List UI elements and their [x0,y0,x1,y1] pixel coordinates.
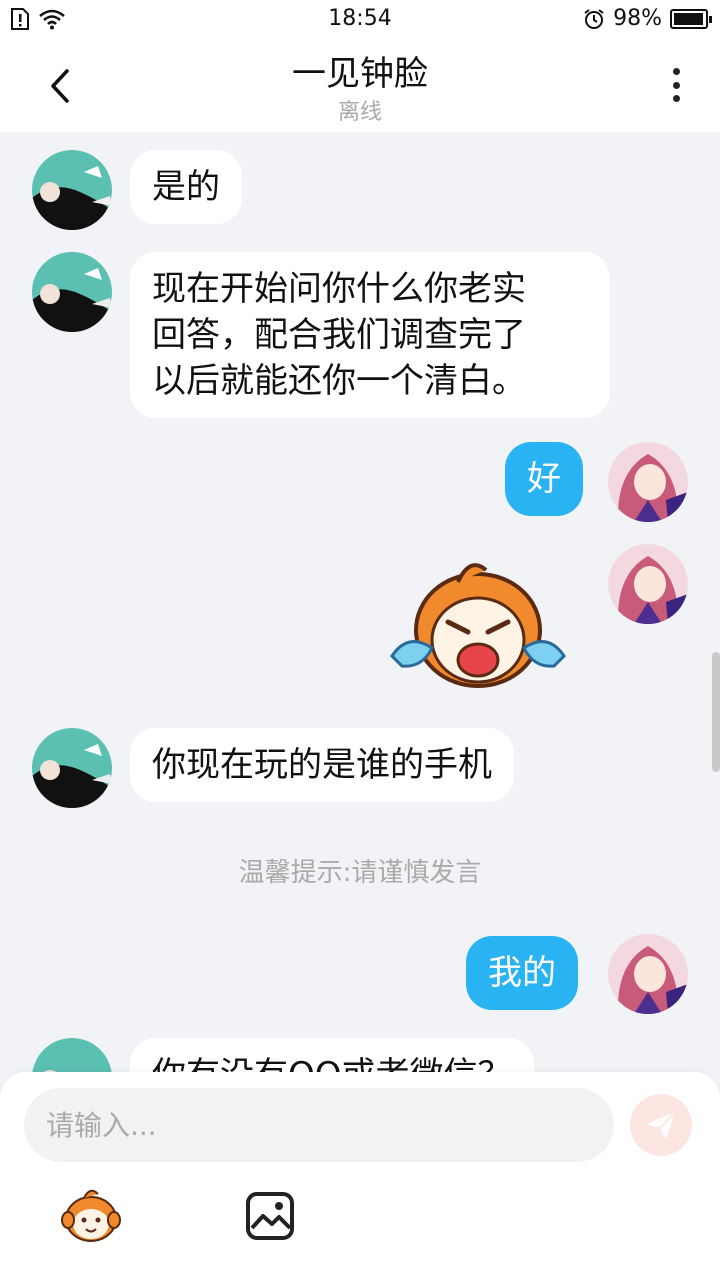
contact-avatar-image [32,1038,112,1072]
contact-name: 一见钟脸 [292,54,428,94]
input-panel [0,1072,720,1280]
contact-avatar-image [32,150,112,230]
battery-percent: 98% [613,6,662,31]
my-avatar[interactable] [608,544,688,624]
message-text: 我的 [488,953,556,993]
message-text-line: 现在开始问你什么你老实 [152,269,526,309]
chat-area[interactable]: 是的 现在开始问你什么你老实 回答，配合我们调查完了 以后就能还你一个清白。 好 [0,132,720,1072]
contact-avatar[interactable] [32,728,112,808]
contact-avatar-image [32,728,112,808]
more-dot [672,68,680,75]
status-bar: 18:54 98% [0,0,720,38]
contact-avatar-image [32,252,112,332]
send-icon [647,1111,676,1139]
message-text-line: 以后就能还你一个清白。 [152,361,526,401]
alarm-icon [584,8,604,29]
crying-mascot-sticker[interactable] [388,552,568,692]
emoji-button[interactable] [60,1184,122,1246]
chat-scrollbar[interactable] [712,652,720,772]
message-text: 你有没有QQ或者微信？ [152,1055,512,1072]
message-bubble-outgoing[interactable]: 我的 [466,936,578,1010]
my-avatar[interactable] [608,934,688,1014]
my-avatar-image [608,544,688,624]
status-right: 98% [583,6,712,31]
battery-icon [670,8,712,29]
my-avatar-image [608,442,688,522]
message-bubble-incoming[interactable]: 你有没有QQ或者微信？ [130,1038,534,1072]
contact-status: 离线 [337,100,382,125]
message-text-line: 回答，配合我们调查完了 [152,315,526,355]
chat-header: 一见钟脸 离线 [0,38,720,132]
send-button[interactable] [630,1094,692,1156]
system-hint: 温馨提示:请谨慎发言 [238,858,482,888]
message-bubble-incoming[interactable]: 现在开始问你什么你老实 回答，配合我们调查完了 以后就能还你一个清白。 [130,252,610,418]
message-bubble-incoming[interactable]: 你现在玩的是谁的手机 [130,728,514,802]
message-bubble-outgoing[interactable]: 好 [505,442,583,516]
image-icon [246,1192,294,1240]
message-input[interactable] [24,1088,614,1162]
battery-level-fill [674,12,704,25]
my-avatar[interactable] [608,442,688,522]
contact-avatar[interactable] [32,1038,112,1072]
more-dot [672,95,680,102]
message-bubble-incoming[interactable]: 是的 [130,150,242,224]
contact-avatar[interactable] [32,150,112,230]
image-picker-button[interactable] [244,1190,296,1242]
my-avatar-image [608,934,688,1014]
more-options-button[interactable] [656,60,696,110]
message-text: 你现在玩的是谁的手机 [152,745,492,785]
mascot-emoji-icon [61,1189,121,1242]
more-dot [672,81,680,89]
message-text: 好 [527,459,561,499]
message-text: 是的 [152,167,220,207]
contact-avatar[interactable] [32,252,112,332]
